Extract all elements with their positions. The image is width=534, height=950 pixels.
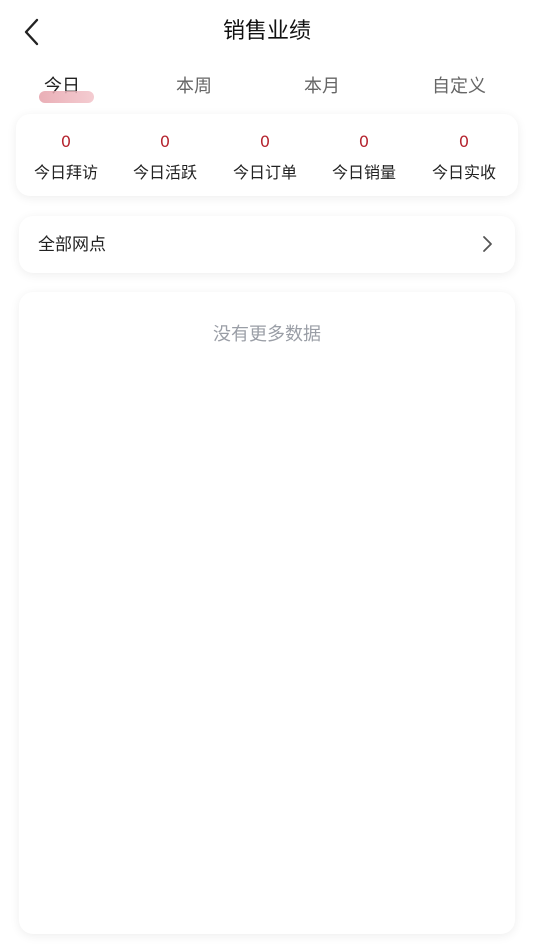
- stat-orders: 0 今日订单: [215, 114, 315, 196]
- chevron-right-icon: [483, 236, 492, 252]
- active-tab-indicator: [39, 91, 94, 103]
- stat-label: 今日拜访: [33, 163, 98, 182]
- stat-value: 0: [159, 132, 171, 151]
- stat-label: 今日销量: [331, 163, 396, 182]
- stat-value: 0: [259, 132, 271, 151]
- header-bar: 销售业绩: [0, 0, 534, 64]
- tab-this-month[interactable]: 本月: [304, 74, 340, 100]
- stat-label: 今日活跃: [132, 163, 197, 182]
- stat-visits: 0 今日拜访: [16, 114, 116, 196]
- branch-selector[interactable]: 全部网点: [19, 216, 515, 273]
- empty-state-text: 没有更多数据: [213, 324, 321, 345]
- tab-this-week[interactable]: 本周: [176, 74, 212, 100]
- stat-active: 0 今日活跃: [115, 114, 215, 196]
- stat-label: 今日实收: [431, 163, 496, 182]
- branch-selector-label: 全部网点: [38, 235, 106, 255]
- stat-value: 0: [60, 132, 72, 151]
- tab-custom[interactable]: 自定义: [432, 74, 486, 100]
- results-list[interactable]: 没有更多数据: [19, 292, 515, 934]
- period-tabs: 今日 本周 本月 自定义: [0, 70, 534, 110]
- stats-card: 0 今日拜访 0 今日活跃 0 今日订单 0 今日销量 0 今日实收: [16, 114, 518, 196]
- stat-sales-volume: 0 今日销量: [314, 114, 414, 196]
- stat-value: 0: [458, 132, 470, 151]
- stat-label: 今日订单: [232, 163, 297, 182]
- page-title: 销售业绩: [222, 19, 311, 44]
- stat-value: 0: [358, 132, 370, 151]
- stat-received: 0 今日实收: [414, 114, 514, 196]
